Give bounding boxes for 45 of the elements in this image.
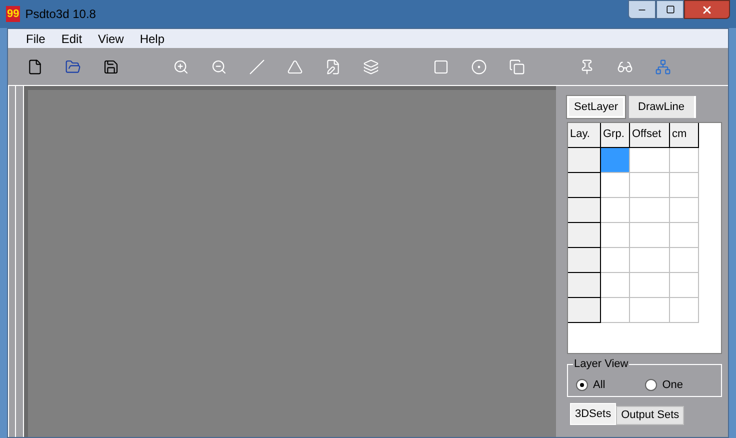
save-icon [103,58,119,74]
open-folder-icon [65,58,81,74]
maximize-icon [666,5,674,14]
network-icon [655,58,671,74]
close-icon [701,4,713,16]
zoom-in-icon [173,58,189,74]
page-edit-icon [325,58,341,74]
copy-icon [509,58,525,74]
window-title: Psdto3d 10.8 [25,6,96,23]
row-header [568,248,601,273]
radio-label: One [662,378,684,392]
new-file-icon [27,58,43,74]
column-header: Offset [630,123,670,148]
radio-button[interactable] [576,378,588,391]
row-header [568,173,601,198]
triangle-icon [287,58,303,74]
settings-tab[interactable]: Output Sets [616,406,684,425]
row-header [568,298,601,323]
radio-button[interactable] [645,378,658,391]
line-icon [249,58,265,74]
menu-item[interactable]: Edit [61,30,82,48]
panel-tab[interactable]: SetLayer [567,96,626,118]
column-header: Grp. [601,123,630,148]
menu-item[interactable]: Help [140,30,165,48]
maximize-button[interactable] [656,0,684,19]
pin-icon [579,58,595,74]
column-header: cm [670,123,699,148]
row-header [568,198,601,223]
settings-tab[interactable]: 3DSets [570,403,616,425]
row-header [568,223,601,248]
layers-icon [363,58,379,74]
panel-tab[interactable]: DrawLine [629,96,696,118]
minimize-button[interactable] [628,0,656,19]
row-header [568,148,601,173]
zoom-out-icon [211,58,227,74]
radio-label: All [593,378,606,392]
row-header [568,273,601,298]
close-button[interactable] [684,0,730,19]
group-title: Layer View [573,357,630,371]
app-logo: 99 [6,6,20,22]
column-header: Lay. [568,123,601,148]
square-icon [433,58,449,74]
menu-item[interactable]: View [98,30,124,48]
target-icon [471,58,487,74]
menu-item[interactable]: File [26,30,46,48]
